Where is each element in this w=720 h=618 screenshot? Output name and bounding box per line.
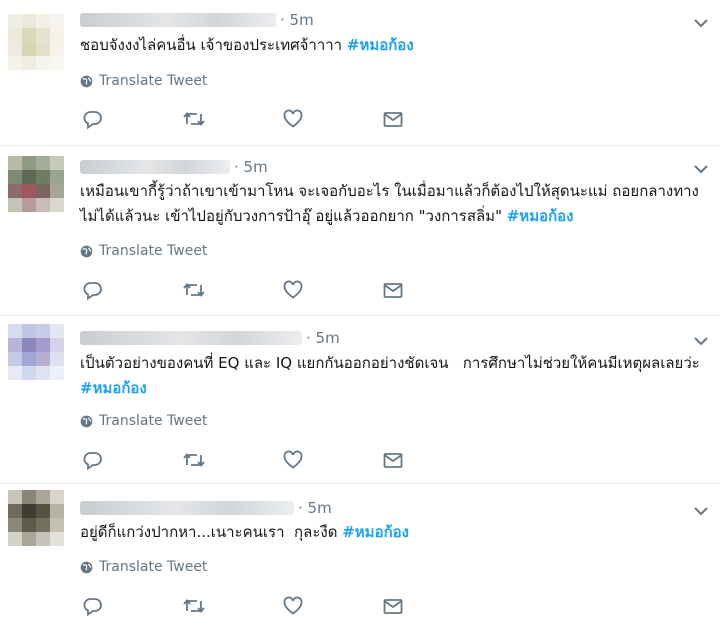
globe-icon: [80, 415, 93, 427]
tweet-header: · 5m: [80, 157, 268, 177]
reply-icon: [83, 111, 102, 130]
reply-button[interactable]: [82, 595, 182, 617]
tweet-timestamp[interactable]: · 5m: [234, 158, 268, 176]
globe-icon: [80, 245, 93, 257]
translate-label: Translate Tweet: [99, 559, 208, 575]
hashtag-link[interactable]: #หมอก้อง: [80, 379, 147, 397]
chevron-down-icon[interactable]: [692, 502, 710, 520]
translate-label: Translate Tweet: [99, 413, 208, 429]
hashtag-link[interactable]: #หมอก้อง: [347, 36, 414, 54]
avatar[interactable]: [8, 156, 64, 212]
chevron-down-icon[interactable]: [692, 14, 710, 32]
globe-icon: [80, 75, 93, 87]
tweet-actions: [82, 107, 482, 131]
chevron-down-icon[interactable]: [692, 160, 710, 178]
avatar[interactable]: [8, 490, 64, 546]
avatar[interactable]: [8, 14, 64, 70]
tweet-header: · 5m: [80, 328, 340, 348]
chevron-down-icon[interactable]: [692, 332, 710, 350]
retweet-button[interactable]: [182, 279, 282, 301]
tweet[interactable]: · 5m เป็นตัวอย่างของคนที่ EQ และ IQ แยกก…: [0, 316, 720, 484]
tweet-actions: [82, 278, 482, 302]
author-name-blurred[interactable]: [80, 13, 276, 27]
translate-label: Translate Tweet: [99, 243, 208, 259]
reply-icon: [83, 282, 102, 301]
retweet-icon: [183, 453, 205, 467]
translate-tweet-link[interactable]: Translate Tweet: [80, 558, 207, 576]
tweet[interactable]: · 5m เหมือนเขากี้รู้ว่าถ้าเขาเข้ามาโหน จ…: [0, 146, 720, 316]
retweet-button[interactable]: [182, 449, 282, 471]
retweet-icon: [183, 283, 205, 297]
direct-message-button[interactable]: [382, 279, 482, 301]
tweet[interactable]: · 5m ชอบจังงงไล่คนอื่น เจ้าของประเทศจ้าา…: [0, 0, 720, 146]
tweet-timestamp[interactable]: · 5m: [298, 499, 332, 517]
tweet[interactable]: · 5m อยู่ดีก็แกว่งปากหา...เนาะคนเรา กุละ…: [0, 484, 720, 617]
hashtag-link[interactable]: #หมอก้อง: [342, 523, 409, 541]
like-icon: [283, 280, 303, 299]
hashtag-link[interactable]: #หมอก้อง: [507, 207, 574, 225]
direct-message-icon: [383, 283, 403, 298]
like-button[interactable]: [282, 108, 382, 130]
direct-message-icon: [383, 599, 403, 614]
tweet-header: · 5m: [80, 498, 332, 518]
direct-message-icon: [383, 453, 403, 468]
direct-message-button[interactable]: [382, 595, 482, 617]
like-icon: [283, 450, 303, 469]
translate-tweet-link[interactable]: Translate Tweet: [80, 242, 207, 260]
reply-button[interactable]: [82, 108, 182, 130]
globe-icon: [80, 561, 93, 573]
avatar[interactable]: [8, 324, 64, 380]
tweet-timestamp[interactable]: · 5m: [280, 11, 314, 29]
author-name-blurred[interactable]: [80, 331, 302, 345]
tweet-text: เป็นตัวอย่างของคนที่ EQ และ IQ แยกกันออก…: [80, 354, 705, 397]
tweet-actions: [82, 594, 482, 618]
reply-button[interactable]: [82, 449, 182, 471]
retweet-button[interactable]: [182, 595, 282, 617]
reply-icon: [83, 598, 102, 617]
translate-tweet-link[interactable]: Translate Tweet: [80, 72, 207, 90]
like-icon: [283, 596, 303, 615]
tweet-actions: [82, 448, 482, 472]
like-button[interactable]: [282, 279, 382, 301]
like-button[interactable]: [282, 595, 382, 617]
retweet-icon: [183, 599, 205, 613]
like-icon: [283, 109, 303, 128]
retweet-icon: [183, 112, 205, 126]
like-button[interactable]: [282, 449, 382, 471]
author-name-blurred[interactable]: [80, 160, 230, 174]
translate-tweet-link[interactable]: Translate Tweet: [80, 412, 207, 430]
direct-message-button[interactable]: [382, 449, 482, 471]
author-name-blurred[interactable]: [80, 501, 294, 515]
direct-message-icon: [383, 112, 403, 127]
reply-icon: [83, 452, 102, 471]
translate-label: Translate Tweet: [99, 73, 208, 89]
tweet-text: อยู่ดีก็แกว่งปากหา...เนาะคนเรา กุละงืด #…: [80, 523, 409, 541]
direct-message-button[interactable]: [382, 108, 482, 130]
tweet-text: เหมือนเขากี้รู้ว่าถ้าเขาเข้ามาโหน จะเจอก…: [80, 182, 699, 225]
tweet-timestamp[interactable]: · 5m: [306, 329, 340, 347]
retweet-button[interactable]: [182, 108, 282, 130]
tweet-text: ชอบจังงงไล่คนอื่น เจ้าของประเทศจ้าาาา #ห…: [80, 36, 414, 54]
tweet-header: · 5m: [80, 10, 314, 30]
reply-button[interactable]: [82, 279, 182, 301]
